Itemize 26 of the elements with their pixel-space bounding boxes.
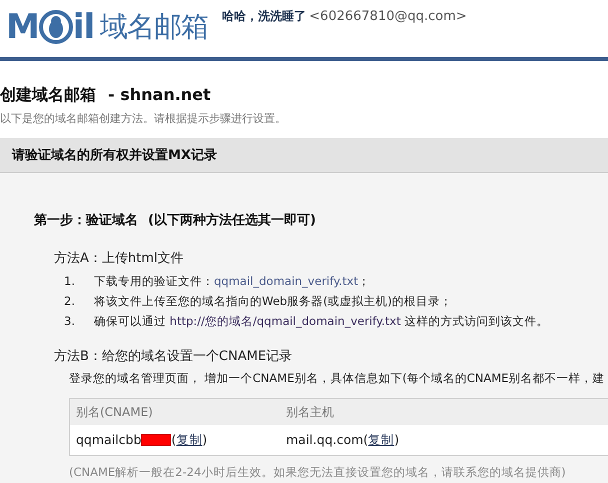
copy-link[interactable]: 复制 bbox=[368, 432, 394, 446]
page-subtitle: 以下是您的域名邮箱创建方法。请根据提示步骤进行设置。 bbox=[0, 111, 287, 126]
file-link[interactable]: qqmail_domain_verify.txt bbox=[214, 274, 358, 288]
method-description: 登录您的域名管理页面， 增加一个CNAME别名，具体信息如下(每个域名的CNAME别名都不一样，建 bbox=[68, 371, 606, 386]
list-text: 下载专用的验证文件：qqmail_domain_verify.txt； bbox=[94, 274, 370, 289]
panel-heading: 请验证域名的所有权并设置MX记录 bbox=[12, 146, 217, 164]
step-title: 第一步：验证域名 bbox=[34, 212, 138, 229]
table-cell-text: mail.qq.com(复制) bbox=[286, 432, 400, 448]
method-title: 方法A：上传html文件 bbox=[54, 250, 185, 267]
list-number: 1. bbox=[64, 274, 76, 289]
step-hint: (以下两种方法任选其一即可) bbox=[148, 212, 316, 229]
list-number: 3. bbox=[64, 314, 76, 329]
user-name: 哈哈，洗洗睡了 bbox=[222, 8, 306, 25]
note-text: (CNAME解析一般在2-24小时后生效。如果您无法直接设置您的域名，请联系您的域名提供商) bbox=[68, 465, 567, 480]
mail-logo: M il 域名邮箱 bbox=[6, 8, 208, 46]
column-header: 别名(CNAME) bbox=[76, 404, 154, 420]
method-title: 方法B：给您的域名设置一个CNAME记录 bbox=[54, 348, 294, 365]
domain-name: - shnan.net bbox=[108, 85, 211, 104]
redaction-mark bbox=[141, 434, 172, 446]
list-text: 将该文件上传至您的域名指向的Web服务器(或虚拟主机)的根目录； bbox=[94, 294, 452, 309]
column-header: 别名主机 bbox=[286, 404, 335, 420]
user-email: <602667810@qq.com> bbox=[309, 9, 467, 24]
table-cell-text: qqmailcbb (复制) bbox=[76, 432, 208, 448]
list-text: 确保可以通过 http://您的域名/qqmail_domain_verify.txt 这样的方式访问到该文件。 bbox=[94, 314, 549, 329]
list-number: 2. bbox=[64, 294, 76, 309]
copy-link[interactable]: 复制 bbox=[176, 432, 202, 446]
